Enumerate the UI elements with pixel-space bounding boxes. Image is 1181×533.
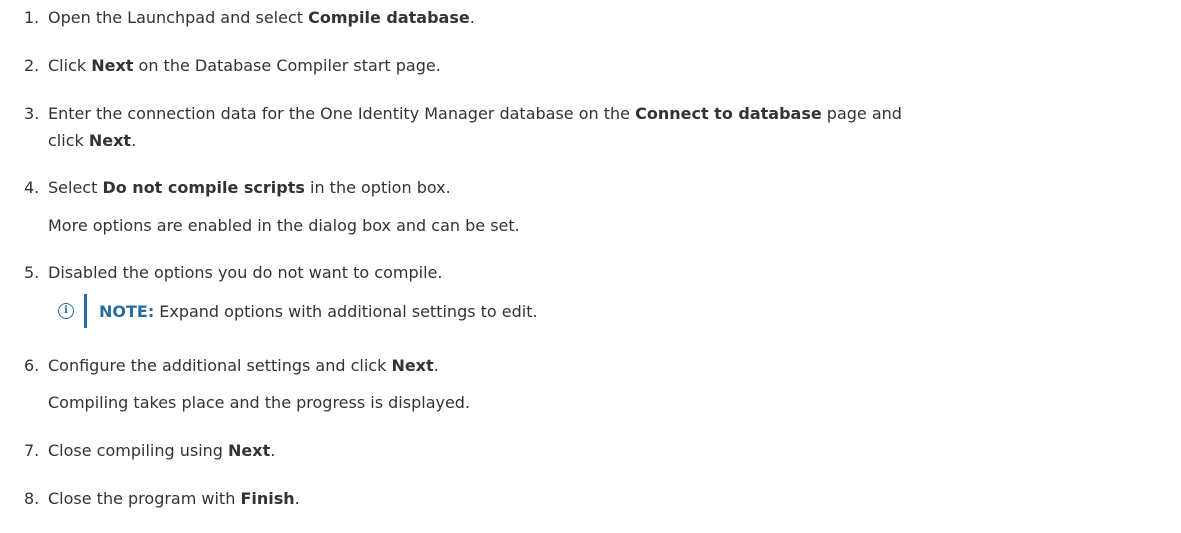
step-bold: Do not compile scripts — [102, 178, 305, 197]
step-8: 8. Close the program with Finish. — [24, 489, 300, 509]
step-number: 8. — [24, 489, 40, 508]
step-text: Disabled the options you do not want to … — [48, 263, 443, 282]
info-icon: i — [58, 303, 74, 319]
step-bold: Next — [228, 441, 271, 460]
step-text: Select — [48, 178, 103, 197]
step-text: Click — [48, 56, 92, 75]
step-text: . — [294, 489, 300, 508]
note-divider — [84, 294, 87, 328]
step-2: 2. Click Next on the Database Compiler st… — [24, 56, 441, 76]
step-text: . — [469, 8, 475, 27]
step-bold: Next — [88, 131, 132, 150]
step-text: page and — [821, 104, 902, 123]
step-4-detail: More options are enabled in the dialog b… — [48, 216, 520, 235]
step-text: . — [270, 441, 276, 460]
step-number: 1. — [24, 8, 40, 27]
step-3: 3. Enter the connection data for the One … — [24, 104, 902, 124]
step-number: 6. — [24, 356, 40, 375]
note-text: Expand options with additional settings … — [159, 301, 538, 321]
step-5: 5. Disabled the options you do not want t… — [24, 263, 442, 283]
step-bold: Next — [91, 56, 134, 75]
step-bold: Compile database — [308, 8, 470, 27]
step-text: Enter the connection data for the One Id… — [48, 104, 636, 123]
step-number: 4. — [24, 178, 40, 197]
step-text: Open the Launchpad and select — [48, 8, 309, 27]
step-text: Configure the additional settings and cl… — [48, 356, 392, 375]
step-number: 5. — [24, 263, 40, 282]
note-callout: i NOTE: Expand options with additional s… — [58, 294, 538, 328]
step-text: . — [433, 356, 439, 375]
step-text: on the Database Compiler start page. — [133, 56, 441, 75]
step-text: Close the program with — [48, 489, 241, 508]
step-text: in the option box. — [304, 178, 451, 197]
step-bold: Connect to database — [635, 104, 822, 123]
step-number: 3. — [24, 104, 40, 123]
step-number: 7. — [24, 441, 40, 460]
step-text: click — [48, 131, 89, 150]
step-7: 7. Close compiling using Next. — [24, 441, 275, 461]
step-bold: Next — [391, 356, 434, 375]
step-4: 4. Select Do not compile scripts in the o… — [24, 178, 451, 198]
step-bold: Finish — [240, 489, 295, 508]
step-1: 1. Open the Launchpad and select Compile … — [24, 8, 475, 28]
step-6-detail: Compiling takes place and the progress i… — [48, 393, 471, 412]
note-label: NOTE: — [99, 301, 155, 321]
step-text: Close compiling using — [48, 441, 229, 460]
document-page: 1. Open the Launchpad and select Compile … — [0, 0, 1181, 533]
step-3-continuation: click Next. — [48, 131, 136, 151]
step-text: . — [131, 131, 137, 150]
step-6: 6. Configure the additional settings and … — [24, 356, 439, 376]
step-number: 2. — [24, 56, 40, 75]
